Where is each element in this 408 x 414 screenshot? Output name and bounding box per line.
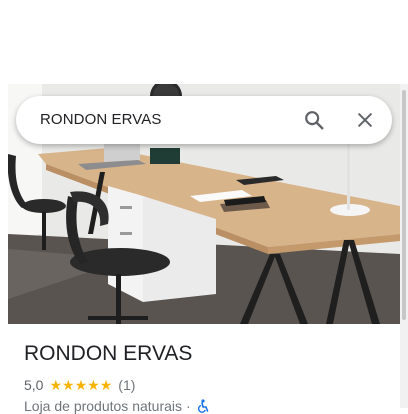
place-category: Loja de produtos naturais bbox=[24, 398, 182, 414]
place-title: RONDON ERVAS bbox=[24, 342, 193, 365]
rating-row[interactable]: 5,0 ★ ★ ★ ★ ★ (1) bbox=[24, 376, 135, 394]
star-rating: ★ ★ ★ ★ ★ bbox=[49, 378, 112, 392]
top-blank-area bbox=[0, 0, 408, 84]
review-count[interactable]: (1) bbox=[118, 377, 135, 393]
search-bar[interactable]: RONDON ERVAS bbox=[16, 96, 392, 144]
search-input[interactable]: RONDON ERVAS bbox=[40, 111, 162, 128]
search-icon[interactable] bbox=[300, 106, 328, 134]
star-icon: ★ bbox=[99, 377, 113, 393]
wheelchair-icon bbox=[197, 399, 209, 413]
star-icon: ★ bbox=[49, 377, 63, 393]
star-icon: ★ bbox=[62, 377, 75, 393]
close-icon[interactable] bbox=[351, 106, 379, 134]
category-row: Loja de produtos naturais · bbox=[24, 398, 209, 414]
rating-value: 5,0 bbox=[24, 377, 44, 393]
star-icon: ★ bbox=[74, 377, 88, 393]
separator-dot: · bbox=[186, 398, 191, 414]
scrollbar-thumb[interactable] bbox=[402, 90, 406, 320]
star-icon: ★ bbox=[87, 377, 100, 393]
